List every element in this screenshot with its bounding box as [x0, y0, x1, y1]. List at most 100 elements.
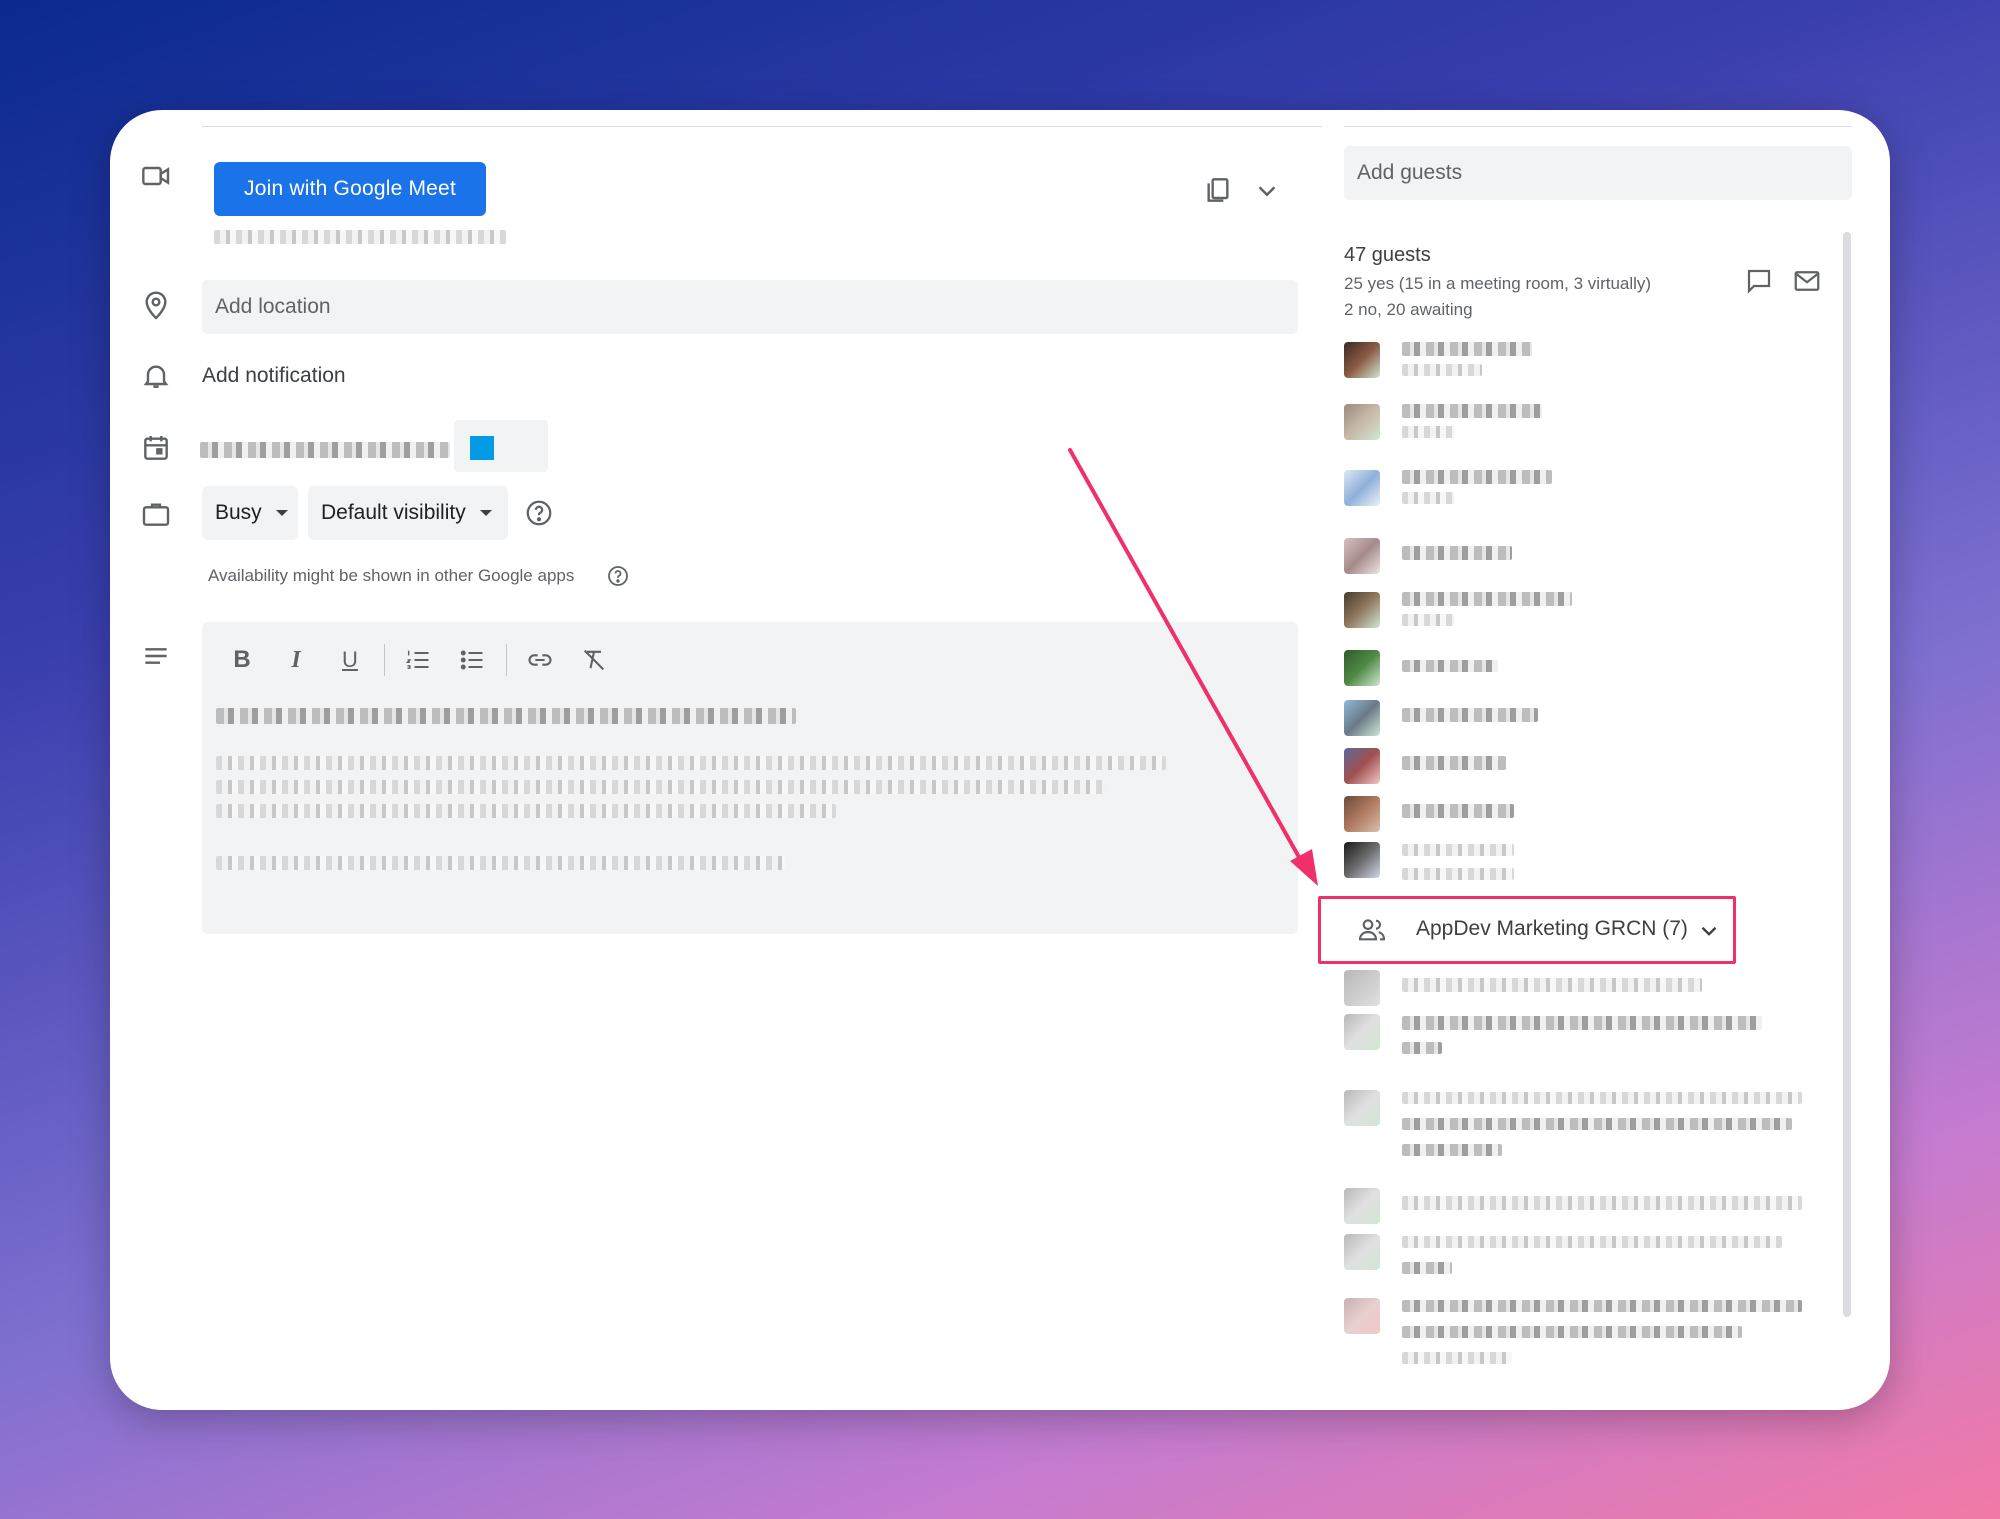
- guest-name-redacted: [1402, 1236, 1782, 1248]
- busy-dropdown-label: Busy: [215, 501, 262, 524]
- guest-detail-redacted: [1402, 1118, 1792, 1130]
- caret-down-icon: [479, 510, 492, 516]
- bulleted-list-icon[interactable]: [452, 640, 492, 680]
- guest-name-redacted: [1402, 404, 1542, 418]
- avatar: [1344, 404, 1380, 440]
- guest-name-redacted: [1402, 804, 1514, 818]
- avatar: [1344, 796, 1380, 832]
- guest-row[interactable]: [1344, 400, 1744, 444]
- guest-name-redacted: [1402, 1016, 1762, 1030]
- email-icon[interactable]: [1792, 266, 1822, 296]
- calendar-icon: [140, 432, 172, 464]
- guest-detail-redacted: [1402, 614, 1454, 626]
- bell-icon: [140, 360, 172, 392]
- top-divider-right: [1344, 126, 1852, 127]
- chat-icon[interactable]: [1744, 266, 1774, 296]
- calendar-color-swatch: [470, 436, 494, 460]
- avatar: [1344, 1234, 1380, 1270]
- guest-row[interactable]: [1344, 1294, 1802, 1364]
- add-notification-link[interactable]: Add notification: [202, 364, 346, 388]
- avatar: [1344, 1188, 1380, 1224]
- bold-icon[interactable]: B: [222, 640, 262, 680]
- guest-name-redacted: [1402, 1092, 1802, 1104]
- guest-name-redacted: [1402, 592, 1572, 606]
- help-circle-icon[interactable]: [524, 498, 554, 528]
- description-lines-icon: [140, 640, 172, 672]
- guest-detail-redacted: [1402, 1352, 1512, 1364]
- avatar: [1344, 1090, 1380, 1126]
- guest-row[interactable]: [1344, 466, 1744, 510]
- guest-row[interactable]: [1344, 338, 1744, 382]
- avatar: [1344, 650, 1380, 686]
- guest-row[interactable]: [1344, 838, 1744, 882]
- avatar: [1344, 748, 1380, 784]
- guest-name-redacted: [1402, 546, 1512, 560]
- avatar: [1344, 538, 1380, 574]
- link-icon[interactable]: [520, 640, 560, 680]
- avatar: [1344, 592, 1380, 628]
- avatar: [1344, 470, 1380, 506]
- guest-detail-redacted: [1402, 1326, 1742, 1338]
- calendar-color-selector[interactable]: [454, 420, 548, 472]
- event-details-card: Join with Google Meet Add notification B…: [110, 110, 1890, 1410]
- copy-icon[interactable]: [1202, 174, 1234, 206]
- busy-dropdown[interactable]: Busy: [202, 486, 298, 540]
- caret-down-icon: [275, 510, 288, 516]
- chevron-down-icon[interactable]: [1252, 176, 1282, 206]
- guest-detail-redacted: [1402, 1144, 1502, 1156]
- guest-summary-no: 2 no, 20 awaiting: [1344, 300, 1473, 319]
- avatar: [1344, 1298, 1380, 1334]
- avatar: [1344, 842, 1380, 878]
- description-text-redacted: [216, 708, 796, 724]
- guest-detail-redacted: [1402, 868, 1514, 880]
- guest-name-redacted: [1402, 1300, 1802, 1312]
- guest-name-redacted: [1402, 470, 1552, 484]
- guest-row[interactable]: [1344, 792, 1744, 836]
- guest-row[interactable]: [1344, 646, 1744, 690]
- description-editor[interactable]: B I U: [202, 622, 1298, 934]
- guest-detail-redacted: [1402, 426, 1454, 438]
- guest-row[interactable]: [1344, 1010, 1762, 1054]
- guest-row[interactable]: [1344, 696, 1744, 740]
- map-pin-icon: [140, 290, 172, 322]
- meet-link-redacted: [214, 230, 506, 244]
- guest-detail-redacted: [1402, 1042, 1442, 1054]
- guest-count: 47 guests: [1344, 244, 1431, 266]
- guest-summary-yes: 25 yes (15 in a meeting room, 3 virtuall…: [1344, 274, 1652, 293]
- guest-name-redacted: [1402, 342, 1532, 356]
- avatar: [1344, 700, 1380, 736]
- add-guests-input[interactable]: [1344, 146, 1852, 200]
- guest-row[interactable]: [1344, 1230, 1782, 1274]
- visibility-dropdown[interactable]: Default visibility: [308, 486, 508, 540]
- guest-row[interactable]: [1344, 588, 1744, 632]
- visibility-dropdown-label: Default visibility: [321, 501, 466, 524]
- guest-row[interactable]: [1344, 1086, 1802, 1156]
- guest-row[interactable]: [1344, 966, 1744, 1010]
- top-divider-left: [202, 126, 1322, 127]
- guest-row[interactable]: [1344, 1184, 1802, 1228]
- numbered-list-icon[interactable]: [398, 640, 438, 680]
- join-google-meet-button[interactable]: Join with Google Meet: [214, 162, 486, 216]
- help-circle-icon[interactable]: [606, 564, 630, 588]
- guest-detail-redacted: [1402, 1262, 1452, 1274]
- avatar: [1344, 342, 1380, 378]
- toolbar-separator: [384, 644, 385, 676]
- avatar: [1344, 970, 1380, 1006]
- guest-name-redacted: [1402, 756, 1506, 770]
- clear-formatting-icon[interactable]: [574, 640, 614, 680]
- highlight-box: [1318, 896, 1736, 964]
- guest-row[interactable]: [1344, 744, 1744, 788]
- description-text-redacted: [216, 756, 1166, 770]
- description-text-redacted: [216, 856, 786, 870]
- calendar-name-redacted: [200, 442, 450, 458]
- toolbar-separator: [506, 644, 507, 676]
- add-location-input[interactable]: [202, 280, 1298, 334]
- guest-list-scrollbar[interactable]: [1843, 232, 1851, 1317]
- guest-row[interactable]: [1344, 534, 1744, 578]
- italic-icon[interactable]: I: [276, 640, 316, 680]
- underline-icon[interactable]: U: [330, 640, 370, 680]
- briefcase-icon: [140, 498, 172, 530]
- video-camera-icon: [140, 160, 172, 192]
- description-text-redacted: [216, 804, 836, 818]
- avatar: [1344, 1014, 1380, 1050]
